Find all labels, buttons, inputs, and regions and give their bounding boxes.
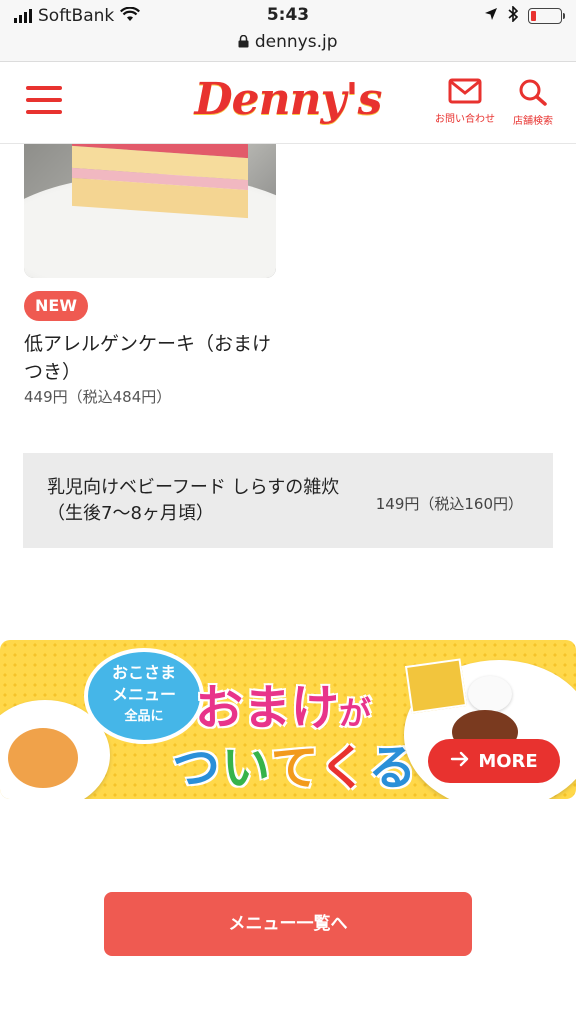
cake-image[interactable] — [24, 144, 276, 278]
banner-subhead: ついてくる — [172, 728, 418, 798]
more-button[interactable]: MORE — [428, 739, 560, 783]
arrow-right-icon — [450, 751, 470, 772]
bubble-line-2: メニュー — [111, 685, 176, 704]
bubble-line-1: おこさま — [111, 663, 176, 682]
more-label: MORE — [478, 750, 538, 772]
status-bar: SoftBank 5:43 dennys.jp — [0, 0, 576, 62]
store-search-button[interactable]: 店舗検索 — [498, 78, 568, 127]
bubble-line-3: 全品に — [124, 709, 164, 724]
new-badge: NEW — [24, 291, 88, 321]
item-price: 449円（税込484円） — [24, 388, 172, 406]
subhead-char: て — [270, 740, 320, 796]
battery-icon — [528, 8, 565, 24]
toy-card-image — [404, 658, 468, 714]
mail-icon — [430, 78, 500, 104]
battery-level — [531, 11, 537, 21]
address-bar[interactable]: dennys.jp — [0, 32, 576, 52]
contact-label: お問い合わせ — [435, 114, 495, 125]
menu-list-button[interactable]: メニュー一覧へ — [104, 892, 472, 956]
subhead-char: い — [222, 740, 271, 796]
url-text: dennys.jp — [254, 32, 338, 52]
search-icon — [498, 78, 568, 106]
lock-icon — [238, 32, 254, 52]
headline-suffix: が — [339, 694, 372, 732]
babyfood-row[interactable]: 乳児向けベビーフード しらすの雑炊（生後7〜8ヶ月頃） 149円（税込160円） — [23, 453, 553, 548]
item-name[interactable]: 低アレルゲンケーキ（おまけつき） — [24, 330, 274, 386]
babyfood-name: 乳児向けベビーフード しらすの雑炊（生後7〜8ヶ月頃） — [47, 477, 340, 524]
bear-pancake-image — [8, 728, 78, 788]
kids-menu-banner[interactable]: おこさま メニュー 全品に おまけが ついてくる MORE — [0, 640, 576, 799]
subhead-char: く — [319, 740, 369, 796]
location-icon — [484, 7, 498, 25]
babyfood-price: 149円（税込160円） — [375, 495, 523, 513]
site-header: Denny's お問い合わせ 店舗検索 — [0, 62, 576, 144]
status-icons — [484, 5, 565, 26]
rice-image — [468, 676, 512, 712]
subhead-char: つ — [172, 740, 223, 796]
bluetooth-icon — [508, 5, 519, 26]
store-search-label: 店舗検索 — [513, 116, 553, 127]
cake-slice — [72, 144, 248, 219]
contact-button[interactable]: お問い合わせ — [430, 78, 500, 125]
